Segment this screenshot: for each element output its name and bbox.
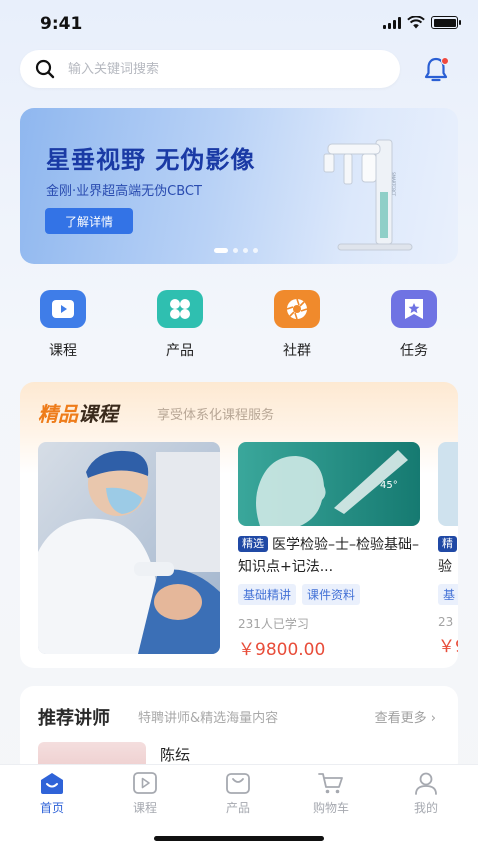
tab-label: 购物车 (312, 801, 349, 815)
tab-label: 课程 (132, 801, 157, 815)
category-label: 任务 (400, 343, 428, 359)
learner-count: 231人已学习 (238, 617, 309, 631)
notification-button[interactable] (420, 54, 452, 86)
pager-dot (233, 248, 238, 253)
thumb-angle-text: 45° (380, 480, 398, 491)
banner-subtitle: 金刚·业界超高端无伪CBCT (46, 184, 202, 199)
home-indicator (154, 836, 324, 841)
category-label: 社群 (283, 343, 311, 359)
tab-label: 产品 (225, 801, 250, 815)
pager-dot (243, 248, 248, 253)
course-tags: 基础精讲 课件资料 (238, 584, 420, 605)
course-tag: 课件资料 (302, 584, 361, 605)
tab-course[interactable]: 课程 (115, 771, 175, 816)
category-product[interactable]: 产品 (145, 290, 215, 360)
signal-icon (383, 16, 401, 29)
pick-badge: 精选 (238, 536, 268, 552)
tab-product[interactable]: 产品 (208, 771, 268, 816)
category-course[interactable]: 课程 (28, 290, 98, 360)
tab-home[interactable]: 首页 (22, 771, 82, 816)
pick-badge: 精 (438, 536, 457, 552)
course-price: ￥9800.00 (238, 640, 326, 660)
course-thumbnail: 45° (238, 442, 420, 526)
category-community[interactable]: 社群 (262, 290, 332, 360)
section-title-rest: 课程 (78, 402, 118, 426)
product-box-icon (226, 773, 250, 794)
course-title: 精验 (438, 534, 458, 578)
search-icon (35, 59, 55, 79)
status-time: 9:41 (40, 14, 83, 34)
learner-count: 23 (438, 615, 454, 629)
section-title-highlight: 精品 (38, 402, 78, 426)
tab-cart[interactable]: 购物车 (301, 771, 361, 816)
course-price: ￥9 (438, 637, 458, 657)
tab-label: 首页 (39, 801, 64, 815)
course-tag: 基 (438, 584, 458, 605)
course-tags: 基 (438, 584, 458, 605)
notification-dot (441, 57, 449, 65)
device-brand-text: SMARTCBCT (391, 172, 396, 197)
star-badge-icon (391, 290, 437, 328)
cart-icon (318, 773, 343, 794)
course-thumbnail (438, 442, 458, 526)
search-input[interactable] (68, 61, 368, 77)
view-more-link[interactable]: 查看更多 › (375, 707, 436, 726)
course-title: 精选 医学检验–士–检验基础–知识点+记法... (238, 534, 420, 578)
course-card[interactable]: 45° 精选 医学检验–士–检验基础–知识点+记法... 基础精讲 课件资料 23… (238, 442, 420, 660)
status-icons (383, 16, 461, 29)
search-bar[interactable] (20, 50, 400, 88)
featured-courses-section: 精品课程 享受体系化课程服务 45° 精选 医学检验–士–检验基础–知识点+记法… (20, 382, 458, 668)
category-row: 课程 产品 社群 任务 (20, 290, 458, 360)
category-label: 产品 (166, 343, 194, 359)
course-play-icon (133, 772, 157, 794)
section-subtitle: 享受体系化课程服务 (157, 408, 275, 423)
section-subtitle: 特聘讲师&精选海量内容 (138, 711, 279, 726)
course-tag: 基础精讲 (238, 584, 297, 605)
recommended-teachers-section: 推荐讲师 特聘讲师&精选海量内容 查看更多 › 陈纭 (20, 686, 458, 776)
play-icon (40, 290, 86, 328)
category-task[interactable]: 任务 (379, 290, 449, 360)
wifi-icon (407, 16, 425, 29)
teacher-name[interactable]: 陈纭 (160, 744, 190, 765)
section-title: 推荐讲师 (38, 708, 110, 729)
banner-title: 星垂视野 无伪影像 (46, 146, 256, 174)
banner-pager[interactable] (214, 248, 258, 253)
cbct-device-image: SMARTCBCT (323, 139, 413, 251)
promo-banner[interactable]: 星垂视野 无伪影像 金刚·业界超高端无伪CBCT 了解详情 SMARTCBCT (20, 108, 458, 264)
category-label: 课程 (49, 343, 77, 359)
learn-more-button[interactable]: 了解详情 (45, 208, 133, 234)
grid-icon (157, 290, 203, 328)
tab-label: 我的 (413, 801, 438, 815)
course-card[interactable]: 精验 基 23 ￥9 (438, 442, 458, 657)
user-icon (415, 772, 437, 795)
status-bar: 9:41 (0, 0, 478, 48)
dentist-photo (38, 442, 220, 654)
battery-icon (431, 16, 461, 29)
head-scan-image: 45° (238, 442, 420, 526)
pager-dot (253, 248, 258, 253)
course-title-text: 验 (438, 559, 452, 575)
course-hero-image[interactable] (38, 442, 220, 654)
pager-dot (214, 248, 228, 253)
home-icon (41, 773, 63, 794)
tab-profile[interactable]: 我的 (396, 771, 456, 816)
aperture-icon (274, 290, 320, 328)
section-title: 精品课程 (38, 398, 118, 427)
